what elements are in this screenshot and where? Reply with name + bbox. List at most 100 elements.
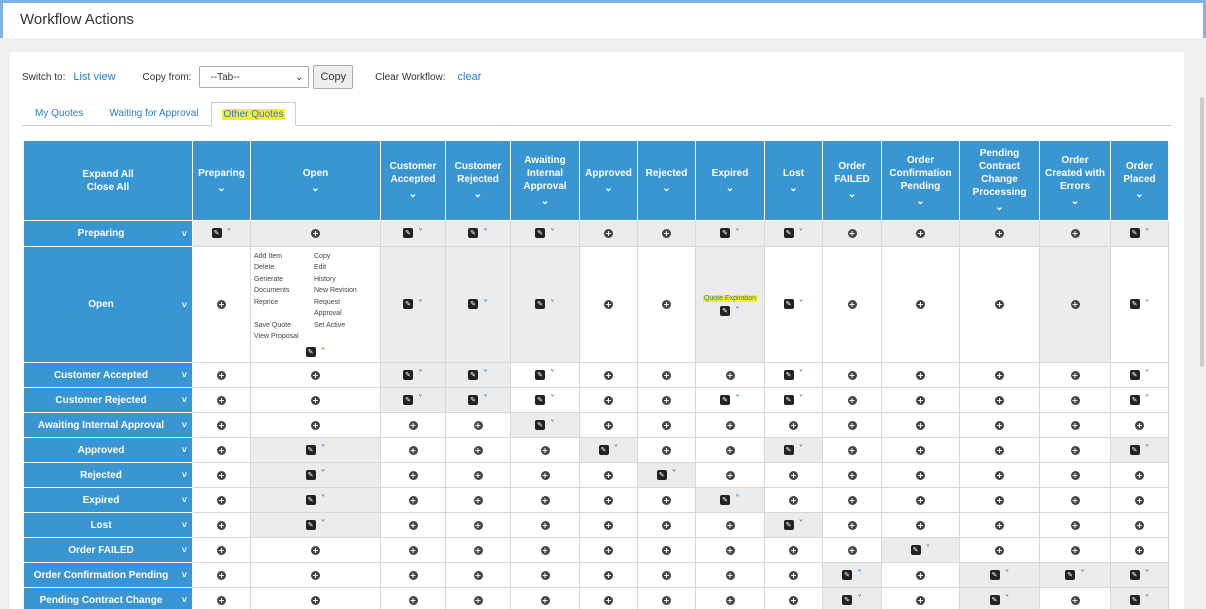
chevron-down-icon[interactable]: ˅ <box>550 369 555 380</box>
edit-icon[interactable]: ✎ <box>468 299 478 310</box>
column-header-preparing[interactable]: Preparing ⌄ <box>192 140 251 221</box>
edit-icon[interactable]: ✎ <box>1129 569 1140 580</box>
workflow-cell[interactable]: + <box>510 487 580 513</box>
edit-icon[interactable]: ✎ <box>656 469 667 480</box>
edit-icon[interactable]: ✎ <box>910 544 921 555</box>
workflow-cell[interactable]: + <box>637 362 696 388</box>
action-item[interactable]: Save Quote <box>254 320 314 332</box>
add-circle-icon[interactable]: + <box>217 470 226 480</box>
workflow-cell[interactable]: + <box>579 387 638 413</box>
add-circle-icon[interactable]: + <box>916 570 925 580</box>
workflow-cell[interactable]: ✎ ˅ <box>445 246 511 363</box>
chevron-down-icon[interactable]: ˅ <box>799 369 804 380</box>
edit-icon[interactable]: ✎ <box>783 228 794 239</box>
workflow-cell[interactable]: + <box>579 587 638 609</box>
add-circle-icon[interactable]: + <box>916 395 925 405</box>
workflow-cell[interactable]: ✎ ˅ <box>764 512 823 538</box>
action-item[interactable]: Add Item <box>254 251 314 263</box>
add-circle-icon[interactable]: + <box>408 595 418 605</box>
add-circle-icon[interactable]: + <box>473 595 483 605</box>
chevron-down-icon[interactable]: ˅ <box>182 300 187 310</box>
chevron-down-icon[interactable]: ˅ <box>483 299 488 310</box>
edit-icon[interactable]: ✎ <box>403 394 413 405</box>
workflow-cell[interactable]: + <box>637 562 696 588</box>
workflow-cell[interactable]: + <box>1039 462 1111 488</box>
edit-icon[interactable]: ✎ <box>1129 228 1140 239</box>
workflow-cell[interactable]: + <box>637 387 696 413</box>
action-item[interactable] <box>254 308 314 320</box>
add-circle-icon[interactable]: + <box>311 370 320 380</box>
expand-all-link[interactable]: Expand All <box>26 168 190 181</box>
workflow-cell[interactable]: + <box>192 462 251 488</box>
workflow-cell[interactable]: + <box>445 462 511 488</box>
tab-my-quotes[interactable]: My Quotes <box>22 102 96 126</box>
tab-other-quotes[interactable]: Other Quotes <box>211 102 296 126</box>
column-header-lost[interactable]: Lost ⌄ <box>764 140 823 221</box>
workflow-cell[interactable]: + <box>250 537 381 563</box>
edit-icon[interactable]: ✎ <box>783 369 794 380</box>
edit-icon[interactable]: ✎ <box>842 594 852 605</box>
add-circle-icon[interactable]: + <box>217 395 226 405</box>
chevron-down-icon[interactable]: ˅ <box>857 594 862 605</box>
workflow-cell[interactable]: + <box>637 246 696 363</box>
workflow-cell[interactable]: + <box>192 562 251 588</box>
workflow-cell[interactable]: + <box>510 437 580 463</box>
chevron-down-icon[interactable]: ˅ <box>483 394 488 405</box>
chevron-down-icon[interactable]: ˅ <box>614 444 619 455</box>
row-header-order-failed[interactable]: Order FAILED ˅ <box>23 537 193 563</box>
workflow-cell[interactable]: ✎ ˅ <box>695 387 765 413</box>
add-circle-icon[interactable]: + <box>1070 520 1080 530</box>
add-circle-icon[interactable]: + <box>916 495 925 505</box>
edit-icon[interactable]: ✎ <box>468 228 478 239</box>
workflow-cell[interactable]: ✎ ˅ <box>510 387 580 413</box>
chevron-down-icon[interactable]: ˅ <box>182 545 187 555</box>
workflow-cell[interactable]: + <box>380 587 446 609</box>
add-circle-icon[interactable]: + <box>662 570 671 580</box>
action-item[interactable]: Documents <box>254 285 314 297</box>
add-circle-icon[interactable]: + <box>916 229 925 238</box>
edit-icon[interactable]: ✎ <box>535 369 545 380</box>
add-circle-icon[interactable]: + <box>540 595 550 605</box>
add-circle-icon[interactable]: + <box>604 300 613 309</box>
workflow-cell[interactable]: + <box>637 437 696 463</box>
add-circle-icon[interactable]: + <box>1070 595 1080 605</box>
add-circle-icon[interactable]: + <box>408 520 418 530</box>
workflow-cell[interactable]: + <box>380 487 446 513</box>
column-header-order-failed[interactable]: Order FAILED ⌄ <box>822 140 882 221</box>
workflow-cell[interactable]: + <box>695 562 765 588</box>
chevron-down-icon[interactable]: ˅ <box>550 228 555 239</box>
edit-icon[interactable]: ✎ <box>720 494 730 505</box>
edit-icon[interactable]: ✎ <box>842 569 852 580</box>
workflow-cell[interactable]: ✎ ˅ <box>1110 387 1169 413</box>
add-circle-icon[interactable]: + <box>916 520 925 530</box>
add-circle-icon[interactable]: + <box>311 395 320 405</box>
workflow-cell[interactable]: + <box>1039 220 1111 247</box>
workflow-cell[interactable]: + <box>881 462 960 488</box>
workflow-cell[interactable]: + <box>959 437 1040 463</box>
edit-icon[interactable]: ✎ <box>403 228 413 239</box>
workflow-cell[interactable]: + <box>380 537 446 563</box>
chevron-down-icon[interactable]: ˅ <box>182 570 187 580</box>
workflow-cell[interactable]: ✎ ˅ <box>1110 587 1169 609</box>
workflow-cell[interactable]: ✎ ˅ <box>1039 562 1111 588</box>
list-view-link[interactable]: List view <box>73 71 115 83</box>
workflow-cell[interactable]: + <box>959 387 1040 413</box>
edit-icon[interactable]: ✎ <box>598 444 609 455</box>
action-item[interactable]: Edit <box>314 262 374 274</box>
workflow-cell[interactable]: + <box>881 362 960 388</box>
add-circle-icon[interactable]: + <box>408 445 418 455</box>
chevron-down-icon[interactable]: ˅ <box>182 495 187 505</box>
edit-icon[interactable]: ✎ <box>989 569 1000 580</box>
add-circle-icon[interactable]: + <box>311 595 320 605</box>
add-circle-icon[interactable]: + <box>604 495 613 505</box>
edit-icon[interactable]: ✎ <box>1065 569 1075 580</box>
add-circle-icon[interactable]: + <box>473 445 483 455</box>
chevron-down-icon[interactable]: ˅ <box>799 394 804 405</box>
workflow-cell[interactable]: + <box>881 220 960 247</box>
chevron-down-icon[interactable]: ˅ <box>1005 569 1010 580</box>
workflow-cell[interactable]: + <box>579 462 638 488</box>
workflow-cell[interactable]: + <box>380 437 446 463</box>
add-circle-icon[interactable]: + <box>725 470 735 480</box>
chevron-down-icon[interactable]: ˅ <box>926 544 931 555</box>
workflow-cell[interactable]: + <box>579 246 638 363</box>
